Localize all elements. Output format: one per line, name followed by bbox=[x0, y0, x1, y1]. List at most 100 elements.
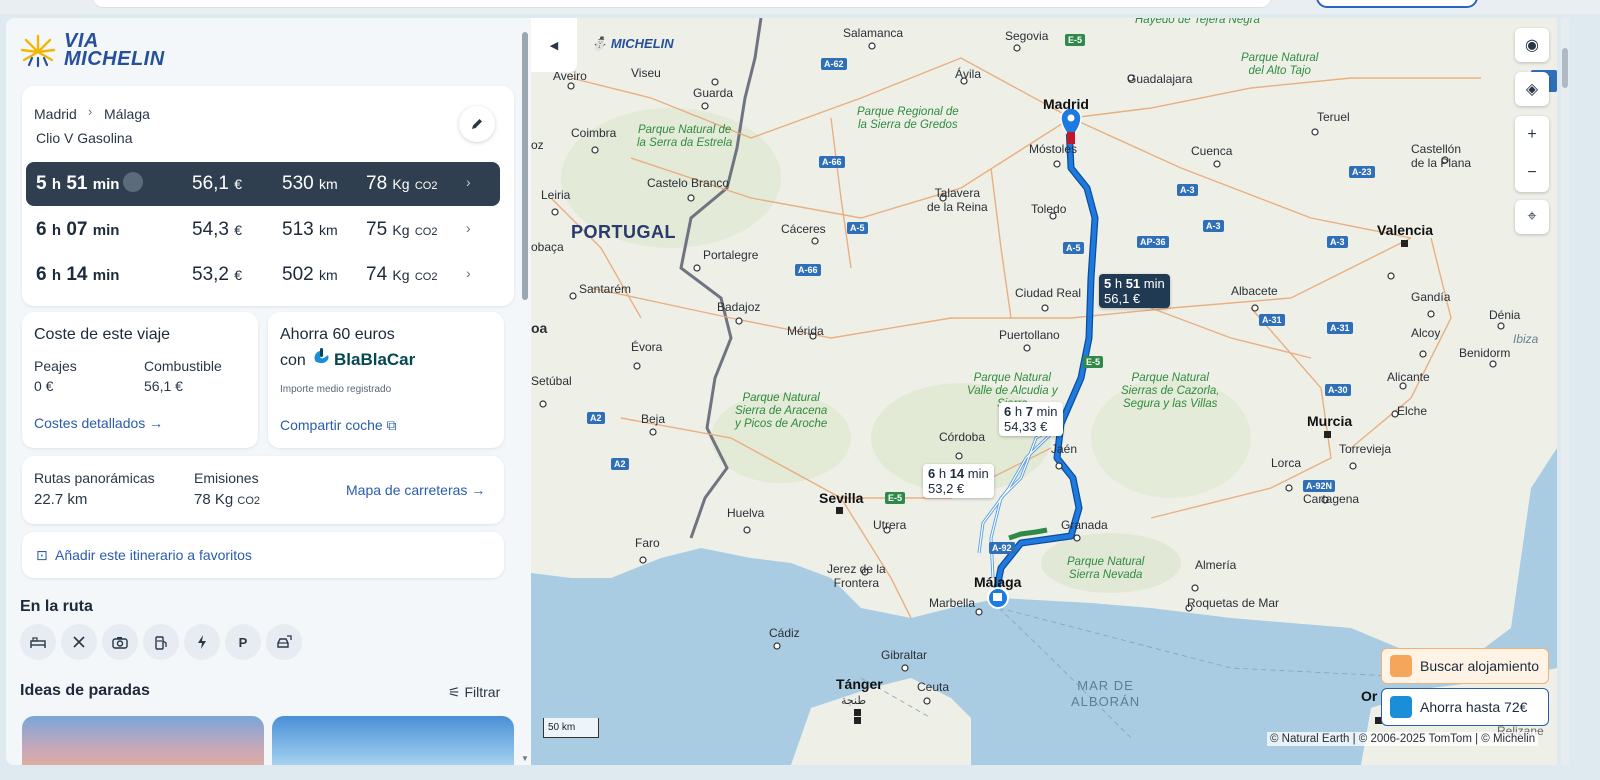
destination-label: Málaga bbox=[104, 106, 150, 122]
road-shield: E-5 bbox=[1083, 356, 1104, 368]
zoom-in-button[interactable]: + bbox=[1527, 116, 1536, 154]
hours-unit: h bbox=[51, 222, 62, 239]
bed-icon[interactable] bbox=[20, 624, 56, 660]
route-map[interactable]: Madrid Málaga Sevilla Valencia Murcia Tá… bbox=[531, 18, 1557, 765]
route-tag-alt-2[interactable]: 6 h 14 min 53,2 € bbox=[923, 464, 994, 498]
restaurant-icon[interactable] bbox=[61, 624, 97, 660]
chevron-right-icon: › bbox=[466, 174, 471, 190]
top-search-bar[interactable] bbox=[92, 0, 1272, 8]
map-label-castellon: Castellón de la Plana bbox=[1411, 142, 1472, 170]
distance-unit: km bbox=[318, 267, 338, 283]
co2-unit: Kg bbox=[392, 222, 410, 238]
filter-button[interactable]: ⚟ Filtrar bbox=[448, 684, 500, 701]
road-shield: A2 bbox=[611, 458, 629, 470]
map-label-badajoz: Badajoz bbox=[717, 300, 761, 314]
map-label-leiria: Leiria bbox=[541, 188, 571, 202]
vehicle-label: Clio V Gasolina bbox=[36, 130, 133, 146]
detailed-costs-link[interactable]: Costes detallados → bbox=[34, 415, 163, 431]
blablacar-icon bbox=[1390, 696, 1412, 718]
map-label-beja: Beja bbox=[641, 412, 666, 426]
route-tag-hours: 6 bbox=[928, 466, 936, 481]
minutes-unit: min bbox=[92, 267, 120, 284]
map-label-jerez: Jerez de la Frontera bbox=[827, 562, 886, 590]
map-label-ibiza-cut: Ibiza bbox=[1513, 332, 1539, 346]
collapse-panel-button[interactable]: ◀ bbox=[531, 18, 577, 72]
add-favorite-button[interactable]: ⊡ Añadir este itinerario a favoritos bbox=[22, 532, 504, 578]
michelin-map-logo: ⛄ MICHELIN bbox=[591, 36, 674, 52]
share-car-label: Compartir coche bbox=[280, 417, 383, 433]
route-tag-alt-1[interactable]: 6 h 7 min 54,33 € bbox=[999, 402, 1063, 436]
fuel-icon[interactable] bbox=[143, 624, 179, 660]
road-shield: AP-36 bbox=[1137, 236, 1169, 248]
carpool-save-button[interactable]: Ahorra hasta 72€ bbox=[1381, 688, 1549, 726]
road-shield: A-66 bbox=[819, 156, 845, 168]
map-label-talavera: Talavera de la Reina bbox=[927, 186, 988, 214]
emissions-amount: 78 Kg bbox=[194, 491, 234, 508]
trip-cost-card: Coste de este viaje Peajes 0 € Combustib… bbox=[22, 312, 258, 448]
map-label-valencia: Valencia bbox=[1377, 222, 1434, 238]
share-car-link[interactable]: Compartir coche ⧉ bbox=[280, 417, 397, 434]
route-tag-selected[interactable]: 5 h 51 min 56,1 € bbox=[1099, 274, 1170, 308]
viamichelin-logo[interactable]: VIA MICHELIN bbox=[20, 30, 190, 74]
page-scrollbar[interactable] bbox=[1561, 18, 1569, 765]
route-co2: 74 Kg CO2 bbox=[366, 264, 437, 286]
route-tag-minutes: 7 bbox=[1025, 404, 1033, 419]
carpool-card: Ahorra 60 euros con BlaBlaCar Importe me… bbox=[268, 312, 504, 448]
distance-value: 530 bbox=[282, 173, 314, 194]
road-shield: A-3 bbox=[1327, 236, 1348, 248]
scroll-down-arrow-icon[interactable]: ▼ bbox=[521, 754, 529, 763]
map-label-sevilla: Sevilla bbox=[819, 490, 864, 506]
map-label-oran-cut: Or bbox=[1361, 688, 1378, 704]
map-label-ceuta: Ceuta bbox=[917, 680, 950, 694]
user-location-button[interactable]: ◉ bbox=[1515, 28, 1549, 62]
map-attribution: © Natural Earth | © 2006-2025 TomTom | ©… bbox=[1267, 732, 1539, 746]
user-circle-icon: ◉ bbox=[1525, 37, 1539, 54]
route-option-3[interactable]: 6 h 14 min 53,2 € 502 km 74 Kg CO2 › bbox=[26, 253, 500, 297]
route-option-2[interactable]: 6 h 07 min 54,3 € 513 km 75 Kg CO2 › bbox=[26, 208, 500, 252]
hours-unit: h bbox=[51, 267, 62, 284]
panel-scrollbar[interactable] bbox=[522, 32, 528, 300]
bibendum-icon: ⛄ bbox=[591, 36, 608, 51]
road-shield: A-30 bbox=[1325, 384, 1351, 396]
parking-icon[interactable]: P bbox=[225, 624, 261, 660]
map-layers-button[interactable]: ◈ bbox=[1515, 72, 1549, 106]
map-label-park-alto-tajo: Parque Natural del Alto Tajo bbox=[1241, 52, 1319, 77]
co2-sub: CO2 bbox=[414, 180, 438, 192]
stop-idea-photo-2[interactable] bbox=[272, 716, 514, 765]
add-favorite-label: Añadir este itinerario a favoritos bbox=[55, 547, 252, 563]
scenic-routes-value: 22.7 km bbox=[34, 491, 88, 508]
map-label-huelva: Huelva bbox=[727, 506, 765, 520]
road-shield: A-92 bbox=[989, 542, 1015, 554]
map-label-caceres: Cáceres bbox=[781, 222, 826, 236]
page-scrollbar-thumb[interactable] bbox=[1562, 48, 1568, 88]
find-accommodation-button[interactable]: Buscar alojamiento bbox=[1381, 648, 1549, 684]
car-service-icon[interactable] bbox=[266, 624, 302, 660]
logo-line-2: MICHELIN bbox=[64, 48, 165, 70]
route-cost: 53,2 € bbox=[192, 264, 242, 286]
recenter-button[interactable]: ⌖ bbox=[1515, 200, 1549, 234]
top-account-button[interactable] bbox=[1316, 0, 1478, 8]
edit-itinerary-button[interactable] bbox=[459, 106, 495, 142]
route-tag-minutes: 51 bbox=[1125, 276, 1141, 291]
road-map-link[interactable]: Mapa de carreteras → bbox=[346, 482, 485, 498]
route-option-1[interactable]: 5 h 51 min 56,1 € 530 km 78 Kg CO2 › bbox=[26, 162, 500, 206]
filter-label: Filtrar bbox=[464, 684, 501, 700]
chevron-right-icon: › bbox=[466, 265, 471, 281]
scenic-routes-label: Rutas panorámicas bbox=[34, 470, 155, 486]
map-label-santarem: Santarém bbox=[579, 282, 632, 296]
map-label-alcoy: Alcoy bbox=[1411, 326, 1441, 340]
route-minutes: 14 bbox=[66, 264, 88, 285]
ev-charge-icon[interactable] bbox=[184, 624, 220, 660]
trip-cost-title: Coste de este viaje bbox=[34, 326, 171, 343]
map-label-alicante: Alicante bbox=[1387, 370, 1430, 384]
map-label-segovia: Segovia bbox=[1005, 29, 1049, 43]
map-label-jaen: Jaén bbox=[1051, 442, 1078, 456]
map-label-granada: Granada bbox=[1061, 518, 1108, 532]
zoom-out-button[interactable]: − bbox=[1527, 154, 1536, 192]
itinerary-panel: VIA MICHELIN Madrid › Málaga Clio V Gaso… bbox=[6, 18, 531, 765]
camera-icon[interactable] bbox=[102, 624, 138, 660]
fuel-cost-value: 56,1 € bbox=[144, 378, 183, 394]
map-label-madrid: Madrid bbox=[1043, 96, 1089, 112]
stop-idea-photo-1[interactable] bbox=[22, 716, 264, 765]
route-cost: 56,1 € bbox=[192, 173, 242, 195]
